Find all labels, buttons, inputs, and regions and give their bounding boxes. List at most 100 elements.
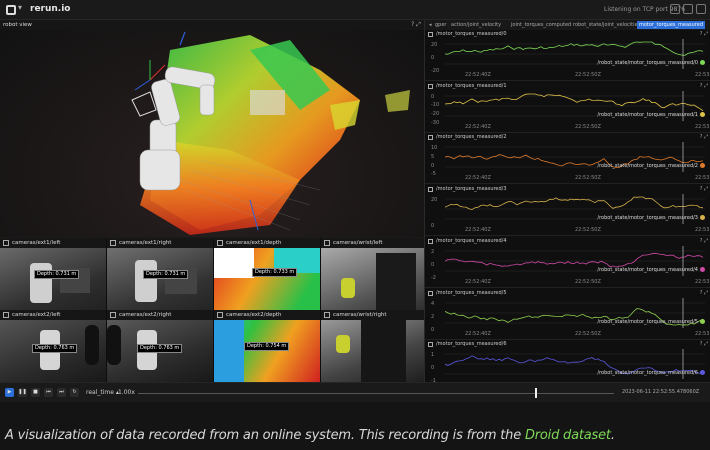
- menu-chevron-icon[interactable]: ▾: [18, 3, 22, 12]
- timeline-track[interactable]: [138, 393, 614, 394]
- y-tick-label: 2: [431, 248, 435, 255]
- timeline-name: real_time: [86, 389, 114, 396]
- plot-options-icon[interactable]: ? ⤢: [700, 134, 708, 140]
- y-tick-label: 0: [431, 326, 435, 333]
- timeseries-tabs: ◂ gper action/joint_velocity joint_torqu…: [425, 20, 710, 30]
- depth-readout: Depth: 0.731 m: [143, 270, 189, 279]
- camera-icon: [110, 240, 116, 246]
- series-legend[interactable]: /robot_state/motor_torques_measured/4: [597, 266, 705, 273]
- x-tick-label: 22:53: [695, 227, 710, 234]
- timeline-cursor[interactable]: [535, 388, 537, 398]
- playback-speed[interactable]: 1.00x: [118, 389, 135, 396]
- pause-button[interactable]: ❚❚: [18, 388, 27, 397]
- camera-icon: [217, 312, 223, 318]
- x-tick-label: 22:52:50Z: [575, 175, 601, 182]
- plot-title: /motor_torques_measured/0: [436, 31, 507, 37]
- plot-options-icon[interactable]: ? ⤢: [700, 341, 708, 347]
- tab-action-joint-velocity[interactable]: action/joint_velocity: [449, 21, 503, 29]
- plot-options-icon[interactable]: ? ⤢: [700, 290, 708, 296]
- rerun-logo-icon[interactable]: [6, 5, 16, 15]
- series-line: [445, 93, 704, 111]
- robot-view-panel[interactable]: robot view ? ⤢: [0, 20, 424, 238]
- y-tick-label: 0: [431, 93, 435, 100]
- timeseries-plot-5[interactable]: /motor_torques_measured/5 ? ⤢ 4 2 0/robot_st…: [425, 289, 710, 340]
- tab-joint-torques-computed[interactable]: joint_torques_computed: [509, 21, 573, 29]
- camera-image-ext2-right[interactable]: Depth: 0.763 m: [107, 320, 213, 382]
- caption: A visualization of data recorded from an…: [5, 428, 615, 443]
- series-legend-label: /robot_state/motor_torques_measured/5: [597, 318, 698, 325]
- camera-title-bar: cameras/ext1/left: [0, 238, 106, 248]
- camera-title: cameras/ext2/left: [12, 312, 61, 318]
- plot-options-icon[interactable]: ? ⤢: [700, 238, 708, 244]
- timeseries-plot-0[interactable]: /motor_torques_measured/0 ? ⤢ 20 0 -20/robot…: [425, 30, 710, 81]
- bottom-panel-toggle-icon[interactable]: [683, 4, 693, 14]
- series-line: [445, 252, 704, 268]
- timeseries-plot-2[interactable]: /motor_torques_measured/2 ? ⤢ 10 5 0 -5/robot…: [425, 133, 710, 185]
- loop-button[interactable]: ↻: [70, 388, 79, 397]
- panel-options-icon[interactable]: ? ⤢: [411, 20, 421, 30]
- caption-text: A visualization of data recorded from an…: [5, 428, 525, 443]
- camera-title: cameras/wrist/left: [333, 240, 383, 246]
- plot-title: /motor_torques_measured/6: [436, 341, 507, 348]
- x-tick-label: 22:52:40Z: [465, 278, 491, 285]
- y-tick-label: -20: [431, 111, 440, 118]
- camera-image-wrist-right[interactable]: [321, 320, 424, 382]
- time-panel: ▶ ❚❚ ■ ⏮ ⏭ ↻ real_time ▴ 1.00x 2023-06-1…: [0, 382, 710, 402]
- series-legend[interactable]: /robot_state/motor_torques_measured/5: [597, 318, 705, 325]
- series-color-swatch: [700, 318, 705, 324]
- tab-gper[interactable]: gper: [433, 21, 448, 29]
- camera-title: cameras/ext2/right: [119, 312, 172, 318]
- x-tick-label: 22:52:40Z: [465, 227, 491, 234]
- step-forward-button[interactable]: ⏭: [57, 388, 66, 397]
- camera-image-ext2-depth[interactable]: Depth: 0.754 m: [214, 320, 320, 382]
- x-tick-label: 22:53: [695, 330, 710, 337]
- plot-options-icon[interactable]: ? ⤢: [700, 186, 708, 192]
- series-legend[interactable]: /robot_state/motor_torques_measured/2: [597, 163, 705, 169]
- timeline-selector[interactable]: real_time ▴: [86, 389, 119, 396]
- tab-joint-velocities[interactable]: robot_state/joint_velocities: [571, 21, 642, 29]
- x-tick-label: 22:53: [695, 72, 710, 78]
- tab-motor-torques-measured[interactable]: motor_torques_measured: [637, 21, 705, 29]
- series-legend[interactable]: /robot_state/motor_torques_measured/0: [597, 60, 705, 66]
- series-legend[interactable]: /robot_state/motor_torques_measured/6: [597, 370, 705, 376]
- camera-title: cameras/ext1/depth: [226, 240, 282, 246]
- series-color-swatch: [700, 215, 705, 221]
- left-panel-toggle-icon[interactable]: [670, 4, 680, 14]
- right-panel-toggle-icon[interactable]: [696, 4, 706, 14]
- camera-image-ext2-left[interactable]: Depth: 0.763 m: [0, 320, 106, 382]
- plot-options-icon[interactable]: ? ⤢: [700, 83, 708, 89]
- series-legend[interactable]: /robot_state/motor_torques_measured/1: [597, 111, 705, 118]
- y-tick-label: -20: [431, 68, 440, 74]
- y-tick-label: 4: [431, 300, 435, 307]
- depth-readout: Depth: 0.763 m: [137, 344, 183, 353]
- camera-title-bar: cameras/ext2/depth: [214, 310, 320, 320]
- plot-options-icon[interactable]: ? ⤢: [700, 31, 708, 37]
- 3d-viewport[interactable]: [0, 30, 424, 237]
- camera-title: cameras/ext1/right: [119, 240, 172, 246]
- x-tick-label: 22:52:50Z: [575, 278, 601, 285]
- timeseries-plot-3[interactable]: /motor_torques_measured/3 ? ⤢ 20 0/robot_st…: [425, 185, 710, 237]
- app-name: rerun.io: [30, 4, 71, 14]
- plot-title: /motor_torques_measured/3: [436, 186, 507, 193]
- x-tick-label: 22:53: [695, 123, 710, 130]
- camera-title-bar: cameras/wrist/left: [321, 238, 424, 248]
- droid-dataset-link[interactable]: Droid dataset: [525, 428, 611, 443]
- timeseries-panel: ◂ gper action/joint_velocity joint_torqu…: [424, 20, 710, 392]
- timeseries-plot-4[interactable]: /motor_torques_measured/4 ? ⤢ 2 0 -2/robot_s…: [425, 237, 710, 288]
- x-tick-label: 22:52:50Z: [575, 123, 601, 130]
- depth-readout: Depth: 0.733 m: [252, 268, 298, 277]
- plot-title: /motor_torques_measured/4: [436, 237, 507, 244]
- camera-title: cameras/ext2/depth: [226, 312, 282, 318]
- timeseries-plot-1[interactable]: /motor_torques_measured/1 ? ⤢ 0 -10 -20 -30/r…: [425, 82, 710, 133]
- plot-icon: [428, 187, 433, 193]
- plot-title: /motor_torques_measured/2: [436, 134, 507, 141]
- play-button[interactable]: ▶: [5, 388, 14, 397]
- camera-icon: [110, 312, 116, 318]
- series-legend[interactable]: /robot_state/motor_torques_measured/3: [597, 215, 705, 221]
- stop-button[interactable]: ■: [31, 388, 40, 397]
- plot-icon: [428, 238, 433, 244]
- series-legend-label: /robot_state/motor_torques_measured/6: [597, 370, 698, 377]
- step-back-button[interactable]: ⏮: [44, 388, 53, 397]
- y-tick-label: 0: [431, 365, 435, 372]
- series-legend-label: /robot_state/motor_torques_measured/4: [597, 266, 698, 273]
